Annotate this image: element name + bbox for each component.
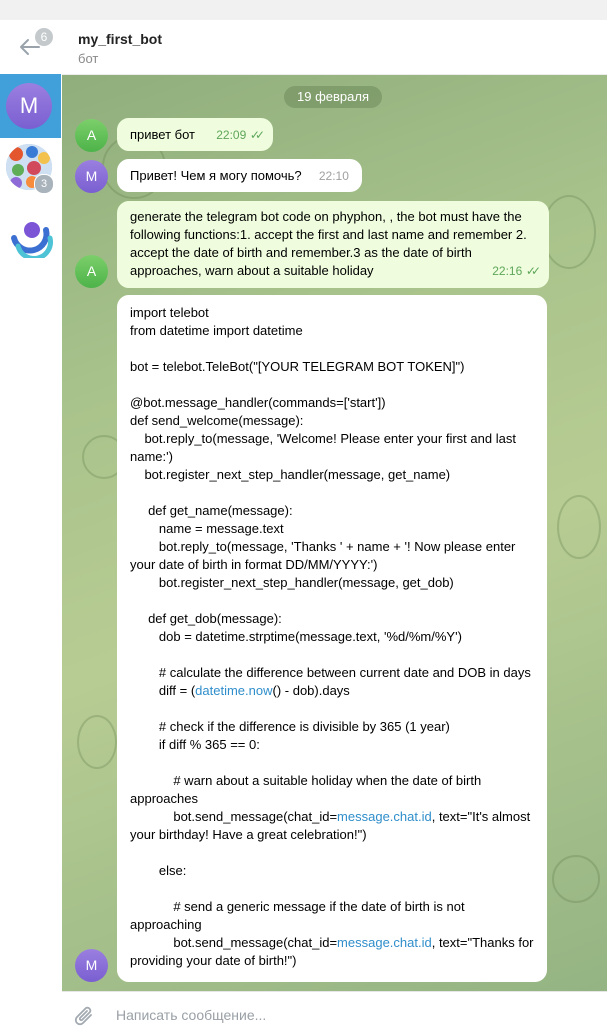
code-text: , text="It's almost your birthday! Have … [130,809,531,950]
unread-count-badge: 3 [34,174,54,194]
unread-count-badge: 6 [35,28,53,46]
message-time: 22:10 [318,169,349,183]
chat-list-sidebar: 6 M 3 [0,20,63,1035]
link[interactable]: message.chat.id [337,935,432,950]
incoming-message[interactable]: Привет! Чем я могу помочь? 22:10 [117,159,362,192]
chat-title[interactable]: my_first_bot [78,31,162,47]
outgoing-message[interactable]: привет бот 22:09 ✓✓ [117,118,274,151]
incoming-code-message[interactable]: import telebot from datetime import date… [117,295,547,982]
message-time: 22:09 [216,128,247,142]
background-doodle [552,855,600,903]
avatar[interactable]: M [75,160,108,193]
chat-header: my_first_bot бот [62,20,607,75]
link[interactable]: datetime.now [195,683,272,698]
background-doodle [77,715,117,769]
avatar: M [6,83,52,129]
message-time: 22:16 [492,264,523,278]
message-area[interactable]: 19 февраля A привет бот 22:09 ✓✓ M Приве… [62,75,607,991]
message-text: Привет! Чем я могу помочь? [130,168,302,183]
message-text: привет бот [130,127,195,142]
chat-item-my-first-bot[interactable]: M [0,74,61,138]
code-block: import telebot from datetime import date… [130,304,534,970]
code-text: () - dob).days # check if the difference… [130,683,482,824]
back-button[interactable]: 6 [0,20,62,74]
date-separator: 19 февраля [284,86,382,108]
swirl-logo-icon [11,222,53,258]
double-check-icon: ✓✓ [525,264,541,278]
background-doodle [557,495,601,559]
outgoing-message[interactable]: generate the telegram bot code on phypho… [117,201,549,288]
message-input-bar [62,991,607,1036]
window-top-strip [0,0,607,20]
chat-subtitle: бот [78,51,99,66]
background-doodle [542,195,596,269]
double-check-icon: ✓✓ [249,128,265,142]
avatar[interactable]: A [75,119,108,152]
chat-item-channel[interactable] [0,202,61,266]
avatar[interactable]: M [75,949,108,982]
paperclip-icon[interactable] [74,1004,96,1028]
avatar[interactable]: A [75,255,108,288]
link[interactable]: message.chat.id [337,809,432,824]
message-input[interactable] [114,998,598,1032]
chat-item-stickers[interactable]: 3 [0,138,61,202]
code-text: import telebot from datetime import date… [130,305,531,698]
